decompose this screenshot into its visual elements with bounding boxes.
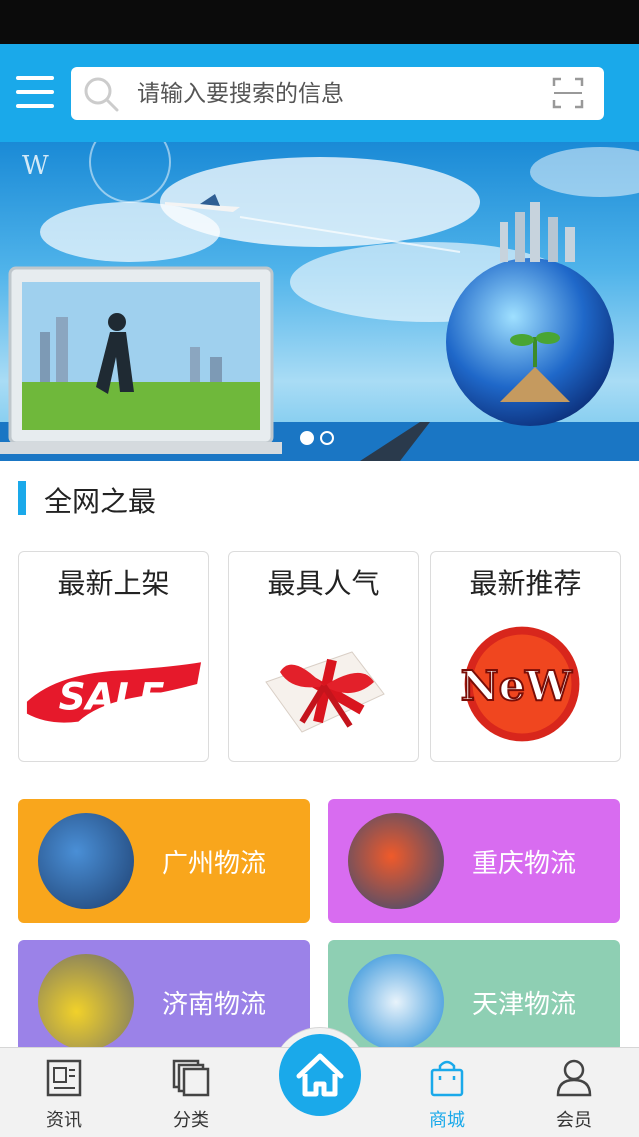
carousel-dot-2[interactable]	[320, 431, 334, 445]
svg-text:NeW: NeW	[461, 661, 573, 710]
category-label: 重庆物流	[472, 849, 577, 879]
phone-thumbnail	[348, 954, 444, 1050]
promo-title: 最具人气	[267, 567, 380, 600]
category-label: 济南物流	[162, 990, 267, 1020]
promo-card-new-arrivals[interactable]: 最新上架 SALE	[18, 551, 209, 762]
search-icon	[84, 77, 119, 112]
nav-item-news[interactable]: 资讯	[14, 1048, 114, 1137]
promo-card-popular[interactable]: 最具人气	[228, 551, 419, 762]
gift-box-icon	[265, 651, 385, 733]
category-card-guangzhou[interactable]: 广州物流	[18, 799, 310, 923]
category-card-chongqing[interactable]: 重庆物流	[328, 799, 620, 923]
nav-label: 资讯	[46, 1110, 82, 1131]
promo-area: 最新上架 SALE 最具人气 最新推荐 NeW	[0, 535, 639, 782]
home-button[interactable]	[279, 1034, 361, 1116]
carousel-dot-1[interactable]	[300, 431, 314, 445]
scan-icon[interactable]	[552, 77, 584, 109]
section-header: 全网之最	[0, 461, 639, 535]
category-icon	[172, 1059, 210, 1097]
member-icon	[556, 1059, 592, 1097]
clothes-thumbnail	[348, 813, 444, 909]
section-title: 全网之最	[44, 485, 157, 518]
nav-label: 商城	[429, 1110, 465, 1131]
search-box[interactable]	[71, 67, 604, 120]
sale-brush-icon: SALE	[26, 662, 202, 723]
promo-title: 最新推荐	[469, 567, 582, 600]
backpack-thumbnail	[38, 813, 134, 909]
shop-bag-icon	[430, 1060, 464, 1097]
carousel-dots[interactable]	[300, 430, 340, 449]
news-icon	[46, 1059, 82, 1097]
section-accent-bar	[18, 481, 26, 515]
nav-item-member[interactable]: 会员	[524, 1048, 624, 1137]
category-card-tianjin[interactable]: 天津物流	[328, 940, 620, 1052]
top-bar	[0, 44, 639, 142]
nav-label: 会员	[556, 1110, 592, 1131]
banner-carousel[interactable]: W	[0, 142, 639, 461]
sneaker-thumbnail	[38, 954, 134, 1050]
banner-image: W	[0, 142, 639, 461]
category-label: 天津物流	[472, 990, 577, 1020]
home-icon	[296, 1053, 344, 1097]
nav-label: 分类	[173, 1110, 209, 1131]
category-card-jinan[interactable]: 济南物流	[18, 940, 310, 1052]
svg-text:SALE: SALE	[59, 675, 165, 719]
promo-card-recommended[interactable]: 最新推荐 NeW	[430, 551, 621, 762]
nav-item-category[interactable]: 分类	[141, 1048, 241, 1137]
new-badge-icon: NeW	[460, 626, 580, 742]
svg-text:W: W	[22, 151, 49, 181]
search-input[interactable]	[137, 75, 537, 113]
nav-item-shop[interactable]: 商城	[397, 1048, 497, 1137]
menu-icon[interactable]	[16, 74, 54, 110]
status-bar	[0, 0, 639, 44]
category-label: 广州物流	[162, 849, 267, 879]
category-area: 广州物流 重庆物流 济南物流 天津物流	[0, 782, 639, 1052]
promo-title: 最新上架	[57, 567, 170, 600]
